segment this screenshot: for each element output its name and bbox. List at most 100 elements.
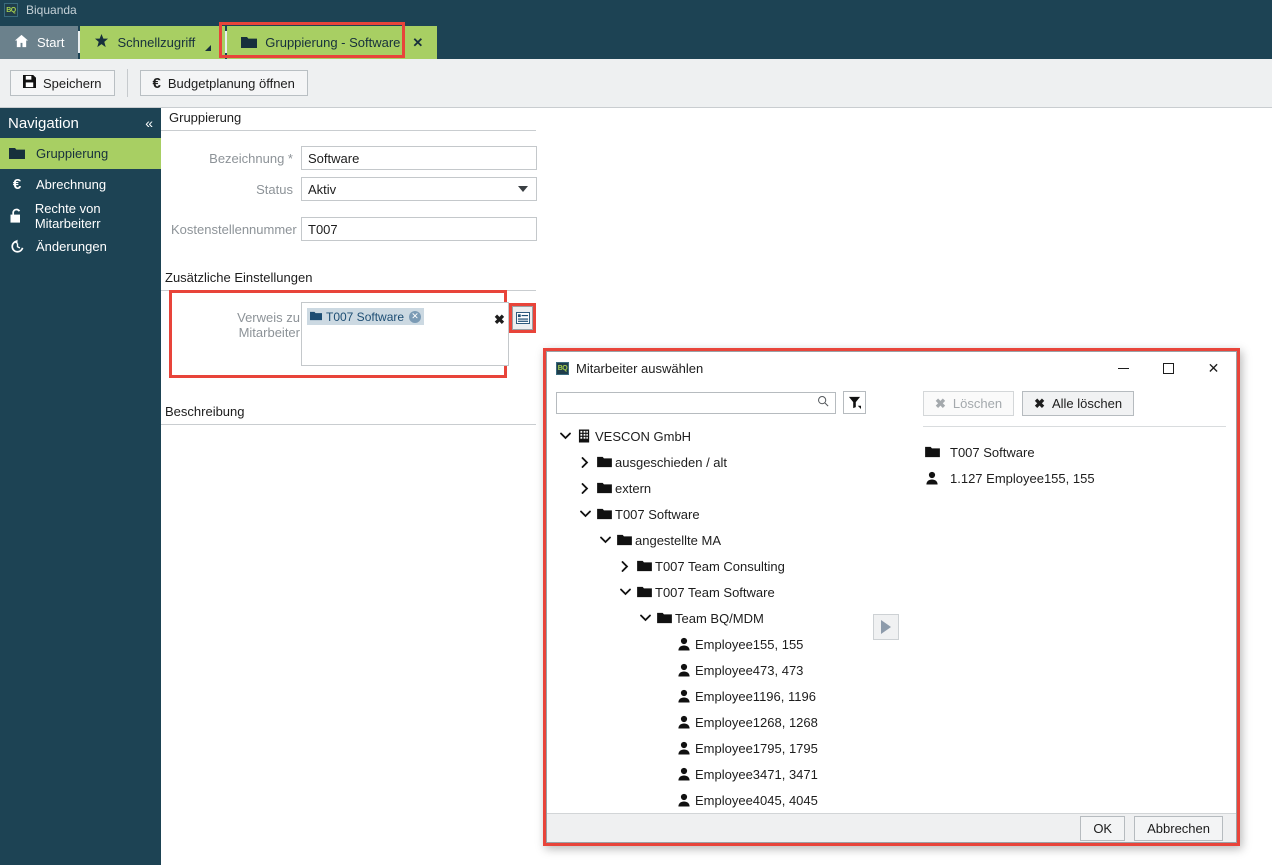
chevron-down-icon[interactable]: [597, 536, 613, 544]
delete-all-button[interactable]: ✖ Alle löschen: [1022, 391, 1135, 416]
chevron-right-icon[interactable]: [617, 560, 633, 572]
euro-icon: €: [12, 176, 22, 193]
tree-node[interactable]: Employee1268, 1268: [547, 709, 909, 735]
tree-node[interactable]: angestellte MA: [547, 527, 909, 553]
sidebar-item-rechte-von-mitarbeiter[interactable]: Rechte von Mitarbeiterr: [0, 200, 161, 231]
transfer-to-selection-button[interactable]: [873, 614, 899, 640]
tree-node[interactable]: ausgeschieden / alt: [547, 449, 909, 475]
tree-node[interactable]: Employee4045, 4045: [547, 787, 909, 813]
bezeichnung-label: Bezeichnung *: [209, 150, 293, 166]
verweis-zu-mitarbeiter-field[interactable]: T007 Software ✕: [301, 302, 509, 366]
tree-node-label: Employee1268, 1268: [695, 714, 818, 730]
tree-node[interactable]: extern: [547, 475, 909, 501]
chevron-down-icon[interactable]: [617, 588, 633, 596]
save-button[interactable]: Speichern: [10, 70, 115, 96]
employee-tree[interactable]: VESCON GmbH ausgeschieden / alt extern T007…: [547, 420, 909, 813]
tree-node[interactable]: T007 Software: [547, 501, 909, 527]
section-title-beschreibung: Beschreibung: [165, 404, 245, 419]
person-icon: [923, 471, 941, 485]
maximize-icon[interactable]: [1146, 352, 1191, 384]
lock-icon: [8, 208, 25, 223]
selected-chip[interactable]: T007 Software ✕: [307, 308, 425, 325]
chevron-down-icon[interactable]: [637, 614, 653, 622]
open-employee-picker-button[interactable]: [512, 306, 533, 330]
dialog-titlebar: BQ Mitarbeiter auswählen ✕: [547, 352, 1236, 384]
close-icon[interactable]: ✕: [412, 35, 423, 51]
chevron-down-icon[interactable]: [205, 45, 212, 51]
save-icon: [23, 75, 36, 91]
verweis-zu-mitarbeiter-label: Verweis zu Mitarbeiter: [237, 310, 300, 340]
folder-icon: [593, 482, 615, 494]
tab-schnellzugriff[interactable]: Schnellzugriff: [80, 26, 226, 59]
search-icon[interactable]: [817, 395, 829, 410]
sidebar-item-aenderungen[interactable]: Änderungen: [0, 231, 161, 262]
folder-icon: [633, 586, 655, 598]
chevron-down-icon[interactable]: [557, 432, 573, 440]
selected-chip-label: T007 Software: [326, 309, 405, 324]
sidebar-item-gruppierung[interactable]: Gruppierung: [0, 138, 161, 169]
chevron-down-icon[interactable]: [577, 510, 593, 518]
selected-items-list[interactable]: T007 Software 1.127 Employee155, 155: [909, 427, 1236, 491]
building-icon: [573, 429, 595, 443]
status-label: Status: [256, 181, 293, 197]
person-icon: [673, 637, 695, 651]
tree-node[interactable]: T007 Team Software: [547, 579, 909, 605]
tab-start[interactable]: Start: [0, 26, 79, 59]
tab-start-label: Start: [37, 35, 65, 50]
bezeichnung-input[interactable]: Software: [301, 146, 537, 170]
tree-node[interactable]: Team BQ/MDM: [547, 605, 909, 631]
person-icon: [673, 689, 695, 703]
tree-node-label: T007 Team Software: [655, 584, 775, 600]
delete-button[interactable]: ✖ Löschen: [923, 391, 1015, 416]
employee-picker-dialog-highlight: BQ Mitarbeiter auswählen ✕ VESCON GmbH a…: [543, 348, 1240, 846]
open-budget-planning-button[interactable]: € Budgetplanung öffnen: [139, 70, 308, 96]
person-icon: [673, 767, 695, 781]
sidebar-item-abrechnung-label: Abrechnung: [36, 177, 107, 192]
save-button-label: Speichern: [43, 75, 102, 91]
person-icon: [673, 793, 695, 807]
ribbon-divider: [126, 69, 128, 97]
sidebar-item-rechte-label: Rechte von Mitarbeiterr: [34, 200, 101, 231]
search-input[interactable]: [557, 392, 817, 413]
ok-button[interactable]: OK: [1080, 815, 1126, 841]
kostenstellennummer-input[interactable]: T007: [301, 217, 537, 241]
tab-gruppierung-software[interactable]: Gruppierung - Software ✕: [227, 26, 438, 59]
navigation-header: Navigation «: [0, 108, 161, 138]
close-icon[interactable]: ✕: [1191, 352, 1236, 384]
chevron-right-icon[interactable]: [577, 482, 593, 494]
filter-button[interactable]: [843, 391, 866, 414]
collapse-sidebar-icon[interactable]: «: [145, 115, 153, 131]
person-icon: [673, 663, 695, 677]
folder-icon: [8, 147, 26, 160]
tree-node-label: Employee155, 155: [695, 636, 804, 652]
employee-picker-dialog: BQ Mitarbeiter auswählen ✕ VESCON GmbH a…: [546, 351, 1237, 843]
tree-node[interactable]: Employee155, 155: [547, 631, 909, 657]
delete-all-button-label: Alle löschen: [1051, 396, 1123, 411]
tree-node[interactable]: T007 Team Consulting: [547, 553, 909, 579]
minimize-icon[interactable]: [1101, 352, 1146, 384]
tree-node-label: T007 Team Consulting: [655, 558, 785, 574]
x-icon: ✖: [935, 395, 946, 411]
folder-icon: [310, 310, 322, 324]
status-select[interactable]: Aktiv: [301, 177, 537, 201]
search-row: [547, 384, 909, 420]
selected-list-item[interactable]: 1.127 Employee155, 155: [923, 465, 1236, 491]
field-row-status: Status Aktiv: [171, 177, 537, 201]
clear-all-icon[interactable]: ✖: [494, 312, 505, 328]
tree-node[interactable]: Employee1196, 1196: [547, 683, 909, 709]
remove-chip-icon[interactable]: ✕: [409, 310, 422, 323]
tree-node[interactable]: Employee1795, 1795: [547, 735, 909, 761]
tree-node[interactable]: VESCON GmbH: [547, 423, 909, 449]
selected-list-item[interactable]: T007 Software: [923, 439, 1236, 465]
tree-node[interactable]: Employee3471, 3471: [547, 761, 909, 787]
search-box[interactable]: [556, 391, 836, 414]
cancel-button[interactable]: Abbrechen: [1134, 815, 1223, 841]
chevron-right-icon[interactable]: [577, 456, 593, 468]
tab-gruppierung-label: Gruppierung - Software: [265, 35, 401, 50]
chevron-down-icon[interactable]: [518, 186, 528, 192]
navigation-title: Navigation: [8, 114, 79, 132]
app-logo-icon: BQ: [4, 3, 18, 17]
tree-node[interactable]: Employee473, 473: [547, 657, 909, 683]
sidebar-item-abrechnung[interactable]: € Abrechnung: [0, 169, 161, 200]
delete-button-label: Löschen: [952, 396, 1003, 411]
